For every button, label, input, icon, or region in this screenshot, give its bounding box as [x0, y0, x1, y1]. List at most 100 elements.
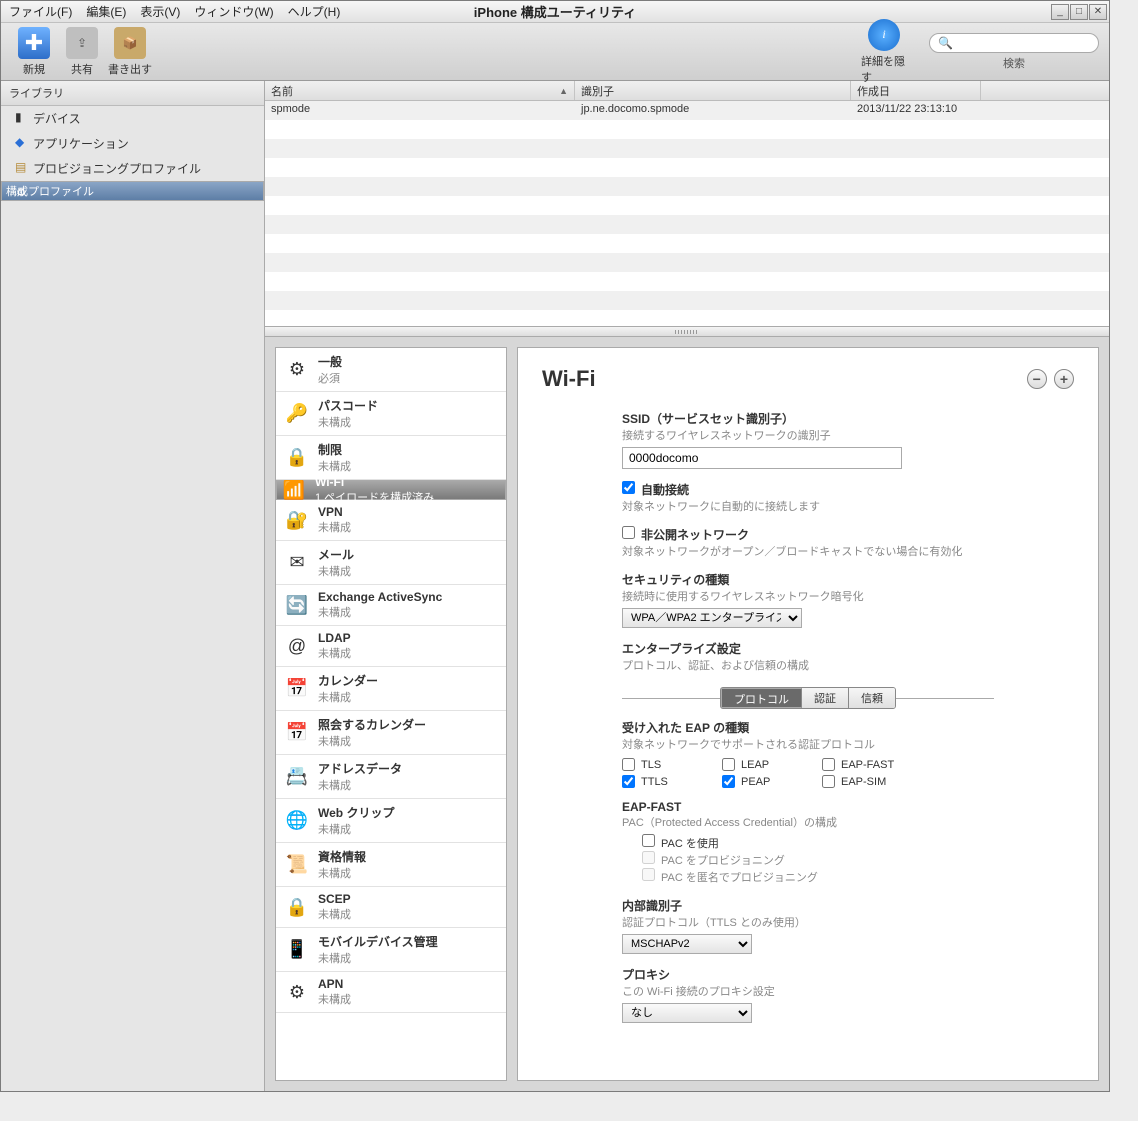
menu-view[interactable]: 表示(V)	[134, 1, 186, 22]
minimize-button[interactable]: _	[1051, 4, 1069, 20]
category-icon: @	[284, 633, 310, 659]
eap-ttls[interactable]: TTLS	[622, 775, 712, 788]
profile-icon: ▤	[15, 160, 29, 174]
col-name-label: 名前	[271, 83, 293, 99]
maximize-button[interactable]: □	[1070, 4, 1088, 20]
category-title: Wi-Fi	[315, 475, 501, 489]
eap-eapfast-checkbox[interactable]	[822, 758, 835, 771]
pac-use-checkbox[interactable]	[642, 834, 655, 847]
eap-peap[interactable]: PEAP	[722, 775, 812, 788]
security-select[interactable]: WPA／WPA2 エンタープライズ	[622, 608, 802, 628]
category-item-8[interactable]: 📅カレンダー未構成	[276, 667, 506, 711]
menu-file[interactable]: ファイル(F)	[3, 1, 78, 22]
eap-eapsim[interactable]: EAP-SIM	[822, 775, 932, 788]
category-icon: 📅	[284, 676, 310, 702]
pac-prov-checkbox	[642, 851, 655, 864]
close-button[interactable]: ✕	[1089, 4, 1107, 20]
col-name[interactable]: 名前 ▲	[265, 81, 575, 100]
category-icon: ✉	[284, 550, 310, 576]
toolbar-share[interactable]: ⇪ 共有	[59, 27, 105, 77]
eap-eapfast[interactable]: EAP-FAST	[822, 758, 932, 771]
ssid-input[interactable]	[622, 447, 902, 469]
category-item-13[interactable]: 🔒SCEP未構成	[276, 887, 506, 928]
cell-name: spmode	[265, 101, 575, 120]
remove-payload-button[interactable]: −	[1027, 369, 1047, 389]
category-item-10[interactable]: 📇アドレスデータ未構成	[276, 755, 506, 799]
share-icon: ⇪	[66, 27, 98, 59]
category-item-1[interactable]: 🔑パスコード未構成	[276, 392, 506, 436]
add-payload-button[interactable]: +	[1054, 369, 1074, 389]
table-row	[265, 253, 1109, 272]
eap-tls[interactable]: TLS	[622, 758, 712, 771]
category-sub: 未構成	[318, 414, 498, 430]
category-item-2[interactable]: 🔒制限未構成	[276, 436, 506, 480]
enterprise-desc: プロトコル、認証、および信頼の構成	[622, 657, 1022, 673]
category-item-11[interactable]: 🌐Web クリップ未構成	[276, 799, 506, 843]
category-item-0[interactable]: ⚙一般必須	[276, 348, 506, 392]
inner-identity-select[interactable]: MSCHAPv2	[622, 934, 752, 954]
sidebar-item-provisioning[interactable]: ▤ プロビジョニングプロファイル	[1, 156, 264, 181]
menu-window[interactable]: ウィンドウ(W)	[188, 1, 279, 22]
toolbar-hide-detail[interactable]: i 詳細を隠す	[861, 19, 907, 85]
tab-trust[interactable]: 信頼	[849, 688, 895, 708]
menu-edit[interactable]: 編集(E)	[80, 1, 132, 22]
eapfast-label: EAP-FAST	[622, 800, 1022, 814]
toolbar-new[interactable]: ✚ 新規	[11, 27, 57, 77]
category-title: APN	[318, 977, 498, 991]
enterprise-label: エンタープライズ設定	[622, 640, 1022, 657]
sidebar-item-label: アプリケーション	[33, 137, 129, 151]
col-created-label: 作成日	[857, 83, 890, 99]
search-field[interactable]: 🔍	[929, 33, 1099, 53]
category-item-14[interactable]: 📱モバイルデバイス管理未構成	[276, 928, 506, 972]
category-title: 資格情報	[318, 848, 498, 865]
toolbar-export-label: 書き出す	[108, 61, 152, 77]
proxy-select[interactable]: なし	[622, 1003, 752, 1023]
category-item-9[interactable]: 📅照会するカレンダー未構成	[276, 711, 506, 755]
field-auto-connect: 自動接続 対象ネットワークに自動的に接続します	[622, 481, 1022, 514]
category-icon: 🔐	[284, 507, 310, 533]
col-identifier[interactable]: 識別子	[575, 81, 851, 100]
sidebar-item-devices[interactable]: ▮ デバイス	[1, 106, 264, 131]
category-sub: 未構成	[318, 689, 498, 705]
eap-eapsim-checkbox[interactable]	[822, 775, 835, 788]
ssid-desc: 接続するワイヤレスネットワークの識別子	[622, 427, 1022, 443]
sidebar-item-config-profiles[interactable]: ⚙ 構成プロファイル	[1, 181, 264, 201]
pac-use[interactable]: PAC を使用	[642, 838, 719, 850]
toolbar-export[interactable]: 📦 書き出す	[107, 27, 153, 77]
eap-ttls-checkbox[interactable]	[622, 775, 635, 788]
hidden-network-row[interactable]: 非公開ネットワーク	[622, 528, 749, 542]
category-item-7[interactable]: @LDAP未構成	[276, 626, 506, 667]
hidden-desc: 対象ネットワークがオープン／ブロードキャストでない場合に有効化	[622, 543, 1022, 559]
search-input[interactable]	[957, 37, 1090, 49]
config-icon: ⚙	[16, 186, 30, 200]
category-sub: 未構成	[318, 991, 498, 1007]
category-list[interactable]: ⚙一般必須🔑パスコード未構成🔒制限未構成📶Wi-Fi1 ペイロードを構成済み🔐V…	[275, 347, 507, 1081]
category-item-12[interactable]: 📜資格情報未構成	[276, 843, 506, 887]
eap-leap-checkbox[interactable]	[722, 758, 735, 771]
menu-help[interactable]: ヘルプ(H)	[282, 1, 347, 22]
tab-protocol[interactable]: プロトコル	[721, 688, 802, 708]
list-body[interactable]: spmode jp.ne.docomo.spmode 2013/11/22 23…	[265, 101, 1109, 326]
splitter-handle[interactable]	[265, 327, 1109, 337]
sidebar-item-apps[interactable]: ◆ アプリケーション	[1, 131, 264, 156]
auto-connect-row[interactable]: 自動接続	[622, 483, 689, 497]
eap-tls-checkbox[interactable]	[622, 758, 635, 771]
category-title: アドレスデータ	[318, 760, 498, 777]
auto-connect-checkbox[interactable]	[622, 481, 635, 494]
category-item-4[interactable]: 🔐VPN未構成	[276, 500, 506, 541]
eap-peap-checkbox[interactable]	[722, 775, 735, 788]
app-icon: ◆	[15, 135, 29, 149]
category-item-3[interactable]: 📶Wi-Fi1 ペイロードを構成済み	[276, 480, 506, 500]
category-sub: 未構成	[318, 906, 498, 922]
eap-leap[interactable]: LEAP	[722, 758, 812, 771]
tab-auth[interactable]: 認証	[802, 688, 849, 708]
category-sub: 未構成	[318, 563, 498, 579]
category-item-15[interactable]: ⚙APN未構成	[276, 972, 506, 1013]
main-split: ライブラリ ▮ デバイス ◆ アプリケーション ▤ プロビジョニングプロファイル…	[1, 81, 1109, 1091]
hidden-network-checkbox[interactable]	[622, 526, 635, 539]
table-row[interactable]: spmode jp.ne.docomo.spmode 2013/11/22 23…	[265, 101, 1109, 120]
category-item-5[interactable]: ✉メール未構成	[276, 541, 506, 585]
category-item-6[interactable]: 🔄Exchange ActiveSync未構成	[276, 585, 506, 626]
eapfast-desc: PAC（Protected Access Credential）の構成	[622, 814, 1022, 830]
table-row	[265, 291, 1109, 310]
